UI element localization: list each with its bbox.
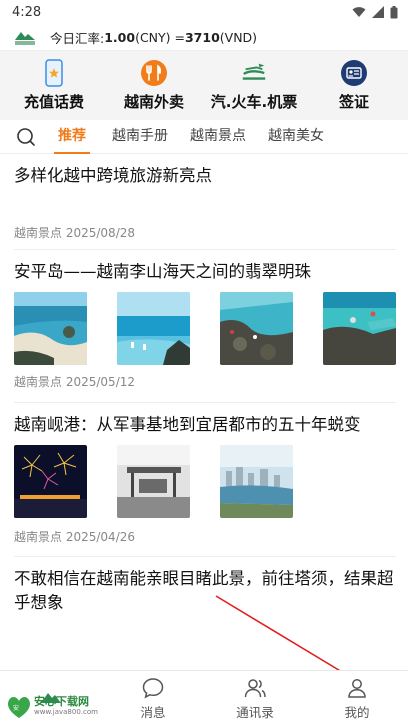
thumbnail-historic-image[interactable]: [117, 445, 190, 518]
article-category: 越南景点: [14, 375, 63, 389]
category-tabs: 推荐 越南手册 越南景点 越南美女: [0, 120, 408, 154]
article-date: 2025/04/26: [65, 530, 136, 544]
article-title: 不敢相信在越南能亲眼目睹此景，前往塔须，结果超乎想象: [14, 569, 394, 612]
thumbnail-city-image[interactable]: [220, 445, 293, 518]
article-meta: 越南景点 2025/04/26: [14, 528, 396, 545]
article-category: 越南景点: [14, 226, 63, 240]
tab-vietnam-beauty[interactable]: 越南美女: [268, 120, 324, 154]
article-card[interactable]: 不敢相信在越南能亲眼目睹此景，前往塔须，结果超乎想象: [14, 557, 396, 615]
service-visa[interactable]: 签证: [306, 59, 402, 112]
rate-cny-label: (CNY) =: [135, 29, 185, 45]
nav-messages[interactable]: 消息: [113, 676, 193, 721]
search-button[interactable]: [12, 123, 40, 151]
article-title: 安平岛——越南李山海天之间的翡翠明珠: [14, 262, 311, 281]
visa-icon: [340, 59, 368, 87]
service-grid: 充值话费 越南外卖 汽.火车.机票 签证: [0, 50, 408, 120]
app-logo-icon: [15, 32, 35, 45]
article-card[interactable]: 多样化越中跨境旅游新亮点 越南景点 2025/08/28: [14, 154, 396, 250]
article-feed: 多样化越中跨境旅游新亮点 越南景点 2025/08/28 安平岛——越南李山海天…: [0, 154, 408, 615]
article-category: 越南景点: [14, 530, 63, 544]
service-transport-tickets[interactable]: 汽.火车.机票: [206, 59, 302, 112]
wifi-icon: [352, 7, 366, 17]
watermark-logo-icon: 安: [8, 697, 30, 718]
nav-label: 通讯录: [236, 704, 274, 720]
nav-profile[interactable]: 我的: [317, 676, 397, 721]
thumbnail-reef-image[interactable]: [323, 292, 396, 365]
article-date: 2025/05/12: [65, 375, 136, 389]
article-thumbnails: [14, 292, 396, 365]
rate-prefix: 今日汇率:: [50, 30, 105, 46]
battery-icon: [390, 5, 398, 18]
article-card[interactable]: 安平岛——越南李山海天之间的翡翠明珠 越南景点 2025/05/12: [14, 250, 396, 403]
nav-label: 消息: [140, 704, 166, 720]
thumbnail-sea-image[interactable]: [117, 292, 190, 365]
thumbnail-fireworks-image[interactable]: [14, 445, 87, 518]
article-title: 多样化越中跨境旅游新亮点: [14, 166, 212, 185]
service-label: 签证: [338, 93, 369, 111]
signal-icon: [372, 6, 384, 18]
service-label: 越南外卖: [123, 93, 184, 111]
watermark-url: www.java800.com: [34, 707, 98, 716]
thumbnail-rocks-image[interactable]: [220, 292, 293, 365]
article-meta: 越南景点 2025/05/12: [14, 373, 396, 390]
food-delivery-icon: [140, 59, 168, 87]
search-icon: [17, 127, 35, 146]
rate-vnd-value: 3710: [184, 29, 220, 45]
article-meta: 越南景点 2025/08/28: [14, 224, 135, 241]
rate-vnd-label: (VND): [219, 29, 258, 45]
message-icon: [142, 677, 164, 698]
nav-contacts[interactable]: 通讯录: [215, 676, 295, 721]
profile-icon: [348, 678, 366, 698]
status-icons: [352, 5, 398, 19]
nav-label: 我的: [344, 704, 370, 720]
service-label: 充值话费: [23, 93, 84, 111]
article-title: 越南岘港：从军事基地到宜居都市的五十年蜕变: [14, 415, 361, 434]
status-bar: 4:28: [0, 0, 408, 24]
rate-cny-value: 1.00: [104, 29, 136, 45]
tab-vietnam-handbook[interactable]: 越南手册: [112, 120, 168, 154]
svg-text:安: 安: [13, 704, 19, 712]
service-phone-topup[interactable]: 充值话费: [6, 59, 102, 112]
thumbnail-beach-image[interactable]: [14, 292, 87, 365]
status-time: 4:28: [12, 4, 42, 20]
tab-recommended[interactable]: 推荐: [54, 120, 90, 154]
article-thumbnails: [14, 445, 396, 518]
contacts-icon: [244, 678, 266, 697]
tab-vietnam-attractions[interactable]: 越南景点: [190, 120, 246, 154]
watermark-title: 安心下载网: [34, 694, 89, 708]
service-label: 汽.火车.机票: [210, 93, 298, 111]
article-date: 2025/08/28: [65, 226, 136, 240]
watermark: 安 安心下载网 www.java800.com: [4, 691, 104, 721]
transport-icon: [240, 59, 268, 87]
exchange-rate-bar: 今日汇率: 1.00 (CNY) = 3710 (VND): [0, 24, 408, 50]
article-card[interactable]: 越南岘港：从军事基地到宜居都市的五十年蜕变 越南景点 2025/04/26: [14, 403, 396, 557]
phone-topup-icon: [40, 59, 68, 87]
service-food-delivery[interactable]: 越南外卖: [106, 59, 202, 112]
